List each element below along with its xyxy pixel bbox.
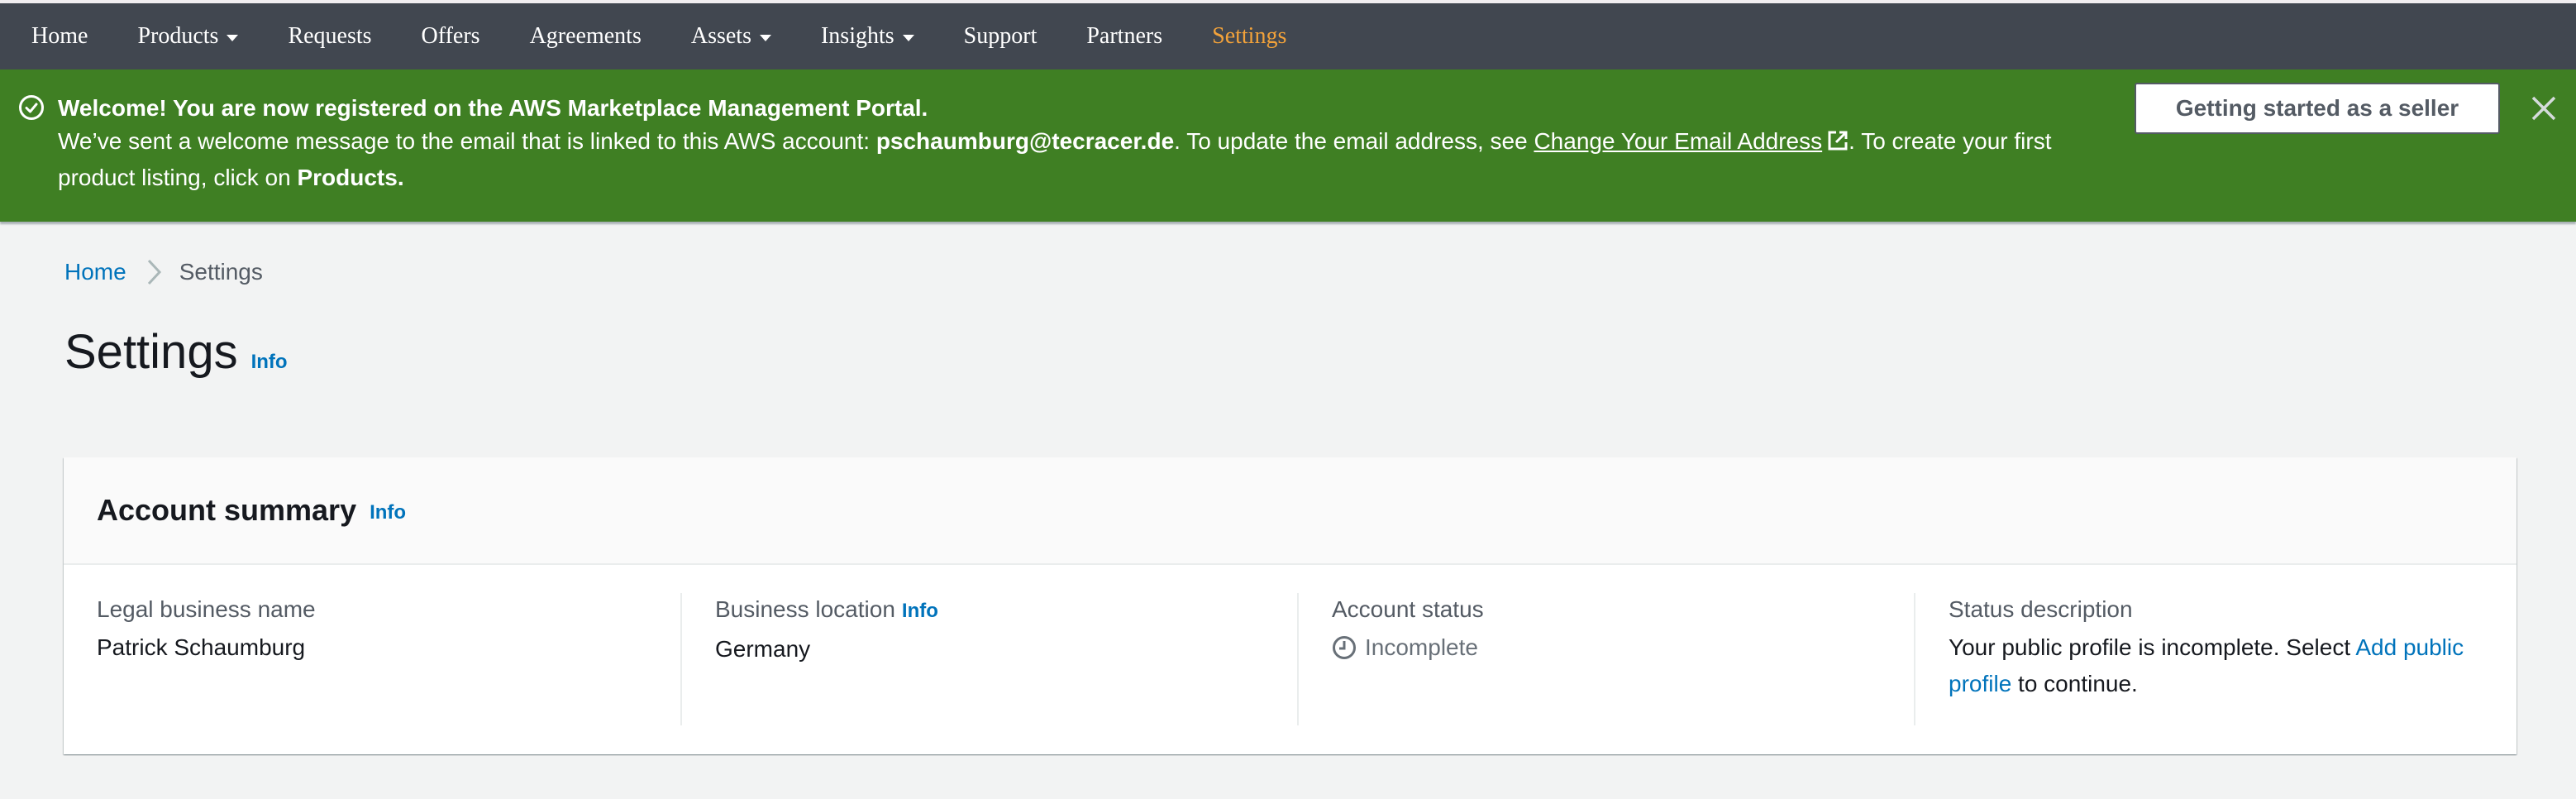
status-text: Incomplete <box>1365 634 1478 660</box>
nav-item-label: Partners <box>1086 23 1163 49</box>
caret-down-icon <box>902 35 914 41</box>
nav-item-partners[interactable]: Partners <box>1086 23 1162 50</box>
chevron-right-icon <box>147 259 161 285</box>
page-header: Settings Info <box>64 324 288 380</box>
field-label: Business location <box>715 596 895 622</box>
nav-item-label: Home <box>31 23 88 49</box>
breadcrumb: Home Settings <box>64 258 263 286</box>
field-value: Patrick Schaumburg <box>97 634 306 660</box>
clock-icon <box>1333 636 1356 659</box>
nav-item-settings[interactable]: Settings <box>1212 23 1286 50</box>
field-label: Status description <box>1949 596 2133 622</box>
page-title: Settings <box>64 325 238 379</box>
check-circle-icon <box>19 95 44 120</box>
legal-business-name-field: Legal business name Patrick Schaumburg <box>64 593 680 725</box>
status-description-field: Status description Your public profile i… <box>1914 593 2516 725</box>
nav-item-support[interactable]: Support <box>964 23 1038 50</box>
card-header: Account summary Info <box>64 457 2516 565</box>
account-status-field: Account status Incomplete <box>1297 593 1914 725</box>
nav-item-label: Insights <box>820 23 894 49</box>
description-text: Your public profile is incomplete. Selec… <box>1949 634 2356 660</box>
banner-body-text: . To update the email address, see <box>1174 128 1534 154</box>
banner-body-text: We’ve sent a welcome message to the emai… <box>58 128 876 154</box>
breadcrumb-home[interactable]: Home <box>64 259 126 285</box>
field-value: Your public profile is incomplete. Selec… <box>1949 629 2483 702</box>
card-body: Legal business name Patrick Schaumburg B… <box>64 565 2516 753</box>
breadcrumb-current: Settings <box>179 259 263 285</box>
nav-item-label: Agreements <box>529 23 642 49</box>
nav-item-label: Products <box>137 23 219 49</box>
nav-item-home[interactable]: Home <box>31 23 88 50</box>
nav-item-products[interactable]: Products <box>137 23 239 50</box>
getting-started-button[interactable]: Getting started as a seller <box>2135 83 2500 134</box>
products-emphasis: Products. <box>297 165 404 190</box>
caret-down-icon <box>759 35 771 41</box>
status-indicator: Incomplete <box>1332 629 1881 666</box>
banner-body: We’ve sent a welcome message to the emai… <box>58 123 2100 196</box>
field-value: Germany <box>715 636 811 662</box>
nav-item-requests[interactable]: Requests <box>288 23 371 50</box>
top-navigation: Home Products Requests Offers Agreements… <box>0 3 2576 69</box>
close-icon[interactable] <box>2530 94 2558 122</box>
field-label: Legal business name <box>97 596 316 622</box>
card-title: Account summary <box>97 493 357 527</box>
nav-item-agreements[interactable]: Agreements <box>530 23 642 50</box>
nav-item-label: Settings <box>1212 23 1287 49</box>
account-summary-card: Account summary Info Legal business name… <box>64 457 2516 754</box>
nav-item-label: Assets <box>690 23 751 49</box>
change-email-link[interactable]: Change Your Email Address <box>1534 128 1849 154</box>
change-email-link-label: Change Your Email Address <box>1534 128 1823 154</box>
external-link-icon <box>1828 131 1848 151</box>
nav-item-insights[interactable]: Insights <box>821 23 914 50</box>
field-label-row: Business location Info <box>715 593 1264 628</box>
banner-title: Welcome! You are now registered on the A… <box>58 95 928 121</box>
banner-message: Welcome! You are now registered on the A… <box>58 93 2100 196</box>
page-info-link[interactable]: Info <box>251 351 288 374</box>
caret-down-icon <box>227 35 239 41</box>
account-email: pschaumburg@tecracer.de <box>875 128 1175 154</box>
nav-item-label: Support <box>963 23 1038 49</box>
business-location-info-link[interactable]: Info <box>902 595 938 628</box>
description-text: to continue. <box>2011 671 2138 696</box>
field-label: Account status <box>1332 596 1484 622</box>
account-summary-info-link[interactable]: Info <box>370 501 406 524</box>
nav-item-assets[interactable]: Assets <box>691 23 771 50</box>
nav-item-label: Offers <box>421 23 480 49</box>
nav-item-offers[interactable]: Offers <box>422 23 480 50</box>
welcome-banner: Welcome! You are now registered on the A… <box>0 69 2576 222</box>
nav-item-label: Requests <box>288 23 372 49</box>
business-location-field: Business location Info Germany <box>680 593 1297 725</box>
